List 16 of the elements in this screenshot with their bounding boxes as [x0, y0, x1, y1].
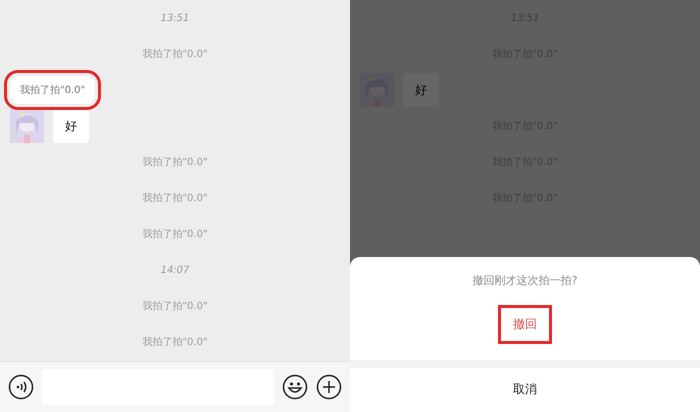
message-bubble: 好 — [403, 73, 439, 107]
timestamp: 13:51 — [160, 12, 190, 24]
voice-icon[interactable] — [8, 374, 34, 400]
pat-notice: 我拍了拍"0.0" — [142, 192, 208, 205]
sheet-title: 撤回刚才这次拍一拍? — [472, 273, 578, 288]
timestamp: 14:07 — [160, 264, 190, 276]
pat-notice: 我拍了拍"0.0" — [142, 156, 208, 169]
pat-notice: 我拍了拍"0.0" — [142, 228, 208, 241]
emoji-icon[interactable] — [282, 374, 308, 400]
recall-button[interactable]: 撤回 — [498, 305, 552, 344]
pat-notice: 我拍了拍"0.0" — [142, 48, 208, 61]
pat-tooltip: 我拍了拍"0.0" — [10, 76, 96, 104]
pat-notice: 我拍了拍"0.0" — [142, 300, 208, 313]
pat-notice: 我拍了拍"0.0" — [142, 336, 208, 349]
message-bubble: 好 — [53, 109, 89, 143]
add-icon[interactable] — [316, 374, 342, 400]
